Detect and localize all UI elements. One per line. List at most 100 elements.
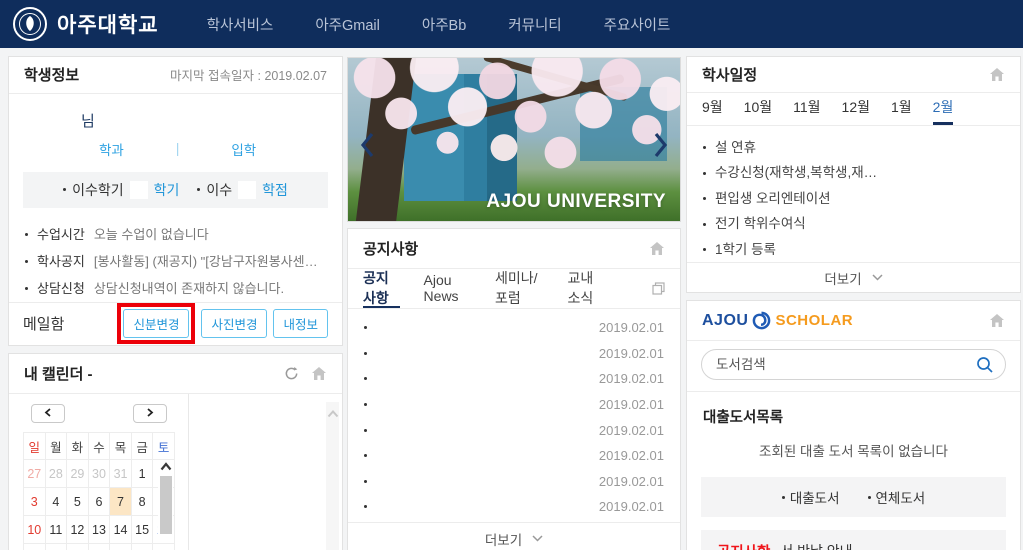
- calendar-day[interactable]: 22: [131, 544, 153, 550]
- next-month-button[interactable]: [133, 404, 167, 423]
- my-info-button[interactable]: 내정보: [273, 309, 328, 338]
- notice-item[interactable]: 2019.02.01: [364, 494, 664, 520]
- calendar-day[interactable]: 31: [110, 460, 132, 488]
- academic-notice-link[interactable]: [봉사활동] (재공지) "[강남구자원봉사센터]…: [94, 248, 326, 275]
- calendar-day[interactable]: 14: [110, 516, 132, 544]
- home-icon[interactable]: [989, 67, 1005, 82]
- schedule-item[interactable]: 편입생 오리엔테이션: [703, 186, 1004, 212]
- library-scholar-panel: AJOU SCHOLAR 대출도서목록: [686, 300, 1021, 550]
- menu-item-community[interactable]: 커뮤니티: [508, 14, 561, 35]
- scrollbar-thumb[interactable]: [160, 476, 172, 534]
- change-photo-button[interactable]: 사진변경: [201, 309, 267, 338]
- refresh-icon[interactable]: [284, 366, 299, 381]
- event-area-scrollbar[interactable]: [326, 402, 339, 550]
- tab-month-oct[interactable]: 10월: [744, 93, 772, 125]
- mailbox-link[interactable]: 메일함: [23, 313, 64, 334]
- ajou-scholar-logo[interactable]: AJOU SCHOLAR: [702, 311, 853, 330]
- home-icon[interactable]: [311, 366, 327, 381]
- notice-item[interactable]: 2019.02.01: [364, 392, 664, 418]
- bullet-icon: [25, 260, 28, 263]
- schedule-item[interactable]: 1학기 등록: [703, 237, 1004, 263]
- counsel-request-row: 상담신청 상담신청내역이 존재하지 않습니다.: [25, 275, 326, 302]
- notice-more-button[interactable]: 더보기: [348, 522, 680, 550]
- book-search-input[interactable]: [701, 349, 1006, 380]
- menu-item-bb[interactable]: 아주Bb: [422, 14, 466, 35]
- carousel-next-icon[interactable]: [650, 130, 672, 160]
- home-icon[interactable]: [989, 313, 1005, 328]
- calendar-day[interactable]: 21: [110, 544, 132, 550]
- day-header: 일: [24, 433, 46, 460]
- notice-item[interactable]: 2019.02.01: [364, 469, 664, 495]
- tab-notice[interactable]: 공지사항: [363, 269, 400, 308]
- calendar-header: 내 캘린더 -: [9, 354, 342, 394]
- tab-month-jan[interactable]: 1월: [891, 93, 912, 125]
- day-header: 월: [45, 433, 67, 460]
- scroll-up-icon: [160, 462, 172, 471]
- schedule-item[interactable]: 전기 학위수여식: [703, 211, 1004, 237]
- calendar-day[interactable]: 13: [88, 516, 110, 544]
- scholar-emblem-icon: [752, 311, 771, 330]
- calendar-day[interactable]: 19: [67, 544, 89, 550]
- open-window-icon[interactable]: [652, 282, 665, 295]
- chevron-down-icon: [872, 274, 883, 281]
- calendar-day[interactable]: 23: [153, 544, 175, 550]
- notice-item[interactable]: 2019.02.01: [364, 443, 664, 469]
- home-icon[interactable]: [649, 241, 665, 256]
- carousel-prev-icon[interactable]: [356, 130, 378, 160]
- notice-item[interactable]: 2019.02.01: [364, 315, 664, 341]
- calendar-day-today[interactable]: 7: [110, 488, 132, 516]
- calendar-day[interactable]: 10: [24, 516, 46, 544]
- calendar-day[interactable]: 5: [67, 488, 89, 516]
- tab-ajou-news[interactable]: Ajou News: [424, 269, 471, 308]
- schedule-item[interactable]: 수강신청(재학생,복학생,재…: [703, 160, 1004, 186]
- calendar-day[interactable]: 29: [67, 460, 89, 488]
- calendar-day[interactable]: 27: [24, 460, 46, 488]
- calendar-day[interactable]: 8: [131, 488, 153, 516]
- department-link[interactable]: 학과: [99, 139, 124, 159]
- calendar-day[interactable]: 28: [45, 460, 67, 488]
- tab-month-sep[interactable]: 9월: [702, 93, 723, 125]
- calendar-day[interactable]: 6: [88, 488, 110, 516]
- bullet-icon: [364, 377, 367, 380]
- library-notice-link[interactable]: 서 반납 안내: [780, 541, 852, 550]
- calendar-day[interactable]: 20: [88, 544, 110, 550]
- admission-link[interactable]: 입학: [231, 139, 256, 159]
- schedule-item[interactable]: 설 연휴: [703, 135, 1004, 161]
- calendar-day[interactable]: 1: [131, 460, 153, 488]
- calendar-day[interactable]: 18: [45, 544, 67, 550]
- calendar-day[interactable]: 11: [45, 516, 67, 544]
- bullet-icon: [364, 429, 367, 432]
- tab-month-dec[interactable]: 12월: [842, 93, 870, 125]
- university-logo[interactable]: 아주대학교: [12, 6, 159, 42]
- calendar-day[interactable]: 15: [131, 516, 153, 544]
- tab-overdue-books[interactable]: 연체도서: [868, 487, 926, 507]
- notice-item[interactable]: 2019.02.01: [364, 341, 664, 367]
- menu-item-academic-services[interactable]: 학사서비스: [207, 14, 274, 35]
- calendar-day[interactable]: 4: [45, 488, 67, 516]
- menu-item-gmail[interactable]: 아주Gmail: [315, 14, 380, 35]
- tab-month-feb[interactable]: 2월: [933, 93, 954, 125]
- calendar-day[interactable]: 3: [24, 488, 46, 516]
- search-icon[interactable]: [976, 356, 994, 379]
- prev-month-button[interactable]: [31, 404, 65, 423]
- change-identity-button[interactable]: 신분변경: [123, 309, 189, 338]
- tab-borrowed-books[interactable]: 대출도서: [782, 487, 840, 507]
- student-name-suffix: 님: [81, 113, 95, 130]
- tab-month-nov[interactable]: 11월: [793, 93, 820, 125]
- university-name: 아주대학교: [57, 9, 159, 39]
- bullet-icon: [703, 146, 706, 149]
- calendar-day[interactable]: 17: [24, 544, 46, 550]
- schedule-more-button[interactable]: 더보기: [687, 262, 1020, 292]
- tab-campus-news[interactable]: 교내소식: [567, 269, 604, 308]
- mailbox-row: 메일함 신분변경 사진변경 내정보: [9, 302, 342, 345]
- tab-seminar-forum[interactable]: 세미나/포럼: [495, 269, 543, 308]
- bullet-icon: [364, 326, 367, 329]
- calendar-scrollbar[interactable]: [158, 462, 173, 534]
- main-menu: 학사서비스 아주Gmail 아주Bb 커뮤니티 주요사이트: [207, 14, 671, 35]
- notice-item[interactable]: 2019.02.01: [364, 366, 664, 392]
- calendar-day[interactable]: 30: [88, 460, 110, 488]
- calendar-nav: [23, 404, 175, 423]
- calendar-day[interactable]: 12: [67, 516, 89, 544]
- menu-item-major-sites[interactable]: 주요사이트: [604, 14, 671, 35]
- notice-item[interactable]: 2019.02.01: [364, 417, 664, 443]
